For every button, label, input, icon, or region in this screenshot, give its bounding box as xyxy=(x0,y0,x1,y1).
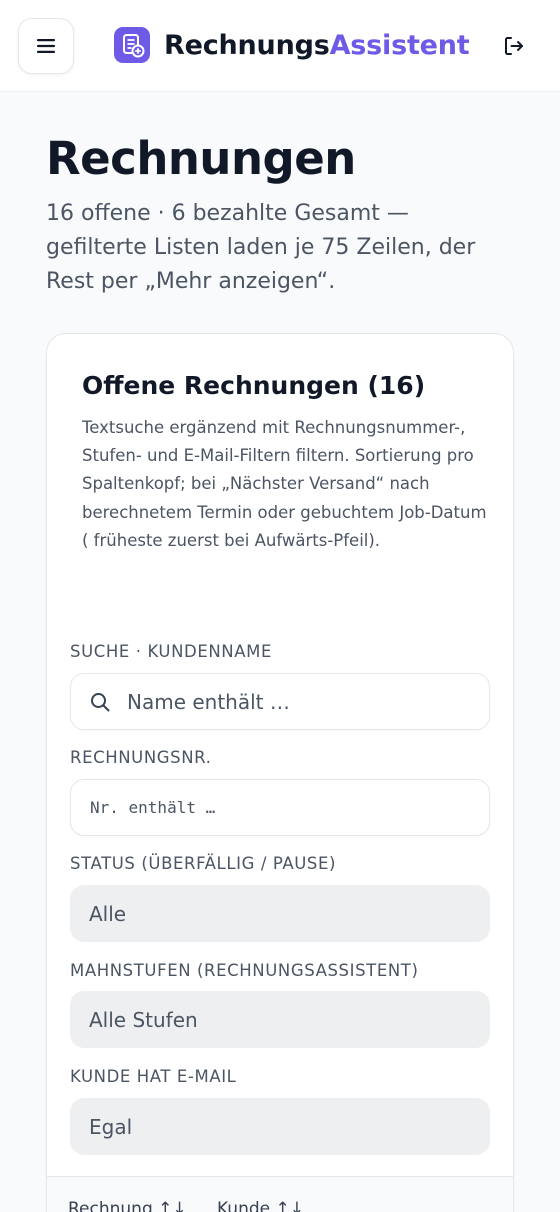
column-header-invoice[interactable]: Rechnung ↑↓ xyxy=(68,1199,187,1212)
table-header: Rechnung ↑↓ Kunde ↑↓ xyxy=(47,1176,513,1212)
status-value: Alle xyxy=(89,901,127,926)
open-invoices-title: Offene Rechnungen (16) xyxy=(82,371,426,400)
search-label: Suche · Kundenname xyxy=(70,642,273,661)
menu-icon xyxy=(37,39,55,53)
menu-button[interactable] xyxy=(18,18,74,74)
brand-name: RechnungsAssistent xyxy=(164,30,470,61)
email-select[interactable]: Egal xyxy=(70,1098,490,1155)
invoice-logo-icon xyxy=(114,27,150,63)
page-subtitle: 16 offene · 6 bezahlte Gesamt — gefilter… xyxy=(46,201,476,294)
invoice-number-input[interactable]: Nr. enthält … xyxy=(70,779,490,836)
search-icon xyxy=(91,692,110,711)
status-select[interactable]: Alle xyxy=(70,885,490,942)
email-label: Kunde hat E-Mail xyxy=(70,1067,237,1086)
open-invoices-description: Textsuche ergänzend mit Rechnungsnummer-… xyxy=(82,418,487,550)
stages-select[interactable]: Alle Stufen xyxy=(70,991,490,1048)
brand-name-part1: Rechnungs xyxy=(164,29,330,61)
logout-icon xyxy=(505,37,523,55)
page-title: Rechnungen xyxy=(46,132,356,185)
brand-name-part2: Assistent xyxy=(329,29,470,61)
search-placeholder: Name enthält … xyxy=(127,689,290,714)
invoice-number-label: Rechnungsnr. xyxy=(70,748,212,767)
email-value: Egal xyxy=(89,1114,133,1139)
stages-label: Mahnstufen (Rechnungsassistent) xyxy=(70,961,419,980)
status-label: Status (überfällig / Pause) xyxy=(70,854,337,873)
logout-button[interactable] xyxy=(500,32,528,60)
top-bar: RechnungsAssistent xyxy=(0,0,560,92)
column-header-customer[interactable]: Kunde ↑↓ xyxy=(217,1199,304,1212)
invoice-number-placeholder: Nr. enthält … xyxy=(90,798,216,817)
open-invoices-card: Offene Rechnungen (16) Textsuche ergänze… xyxy=(46,333,514,1212)
brand[interactable]: RechnungsAssistent xyxy=(114,27,470,63)
stages-value: Alle Stufen xyxy=(89,1007,198,1032)
customer-search-input[interactable]: Name enthält … xyxy=(70,673,490,730)
